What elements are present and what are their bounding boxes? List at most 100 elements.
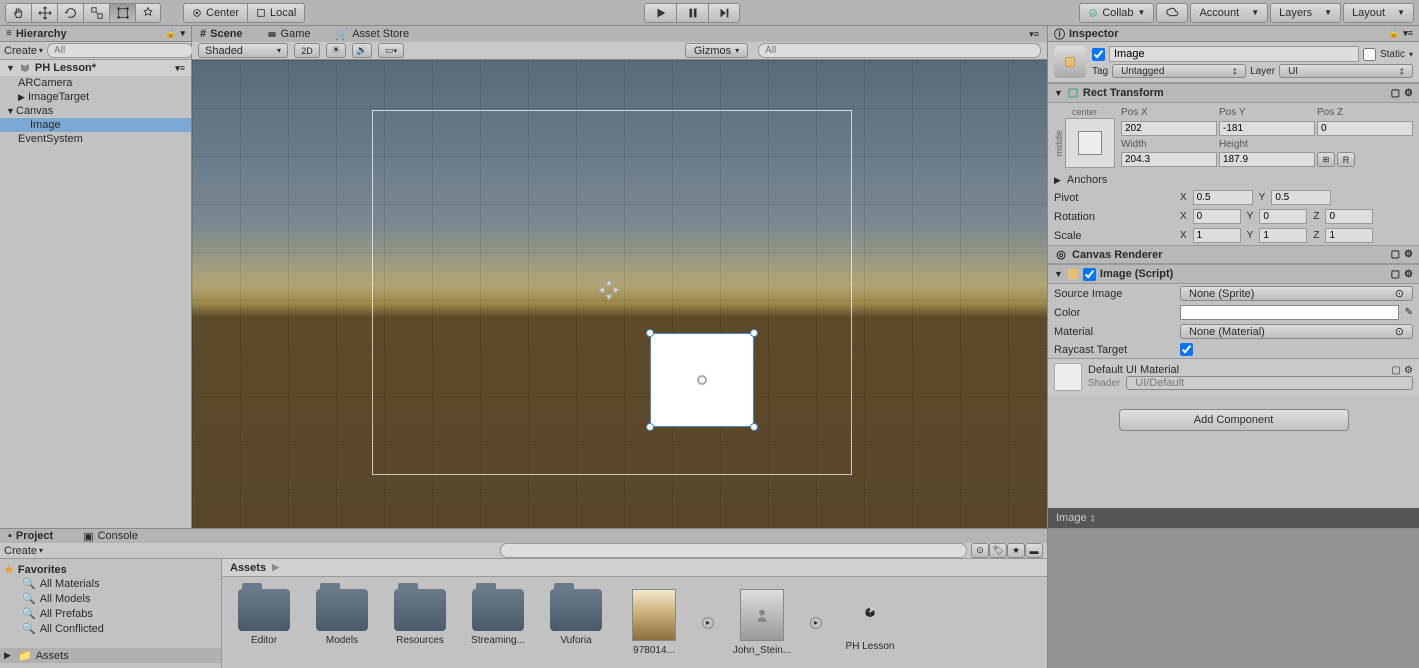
resize-handle-nw[interactable] xyxy=(646,329,654,337)
asset-folder-editor[interactable]: Editor xyxy=(234,589,294,656)
object-picker-icon[interactable]: ⊙ xyxy=(1395,325,1404,338)
image-component-header[interactable]: ▼Image (Script)▢⚙ xyxy=(1048,264,1419,284)
asset-file-portrait[interactable]: John_Stein... xyxy=(732,589,792,656)
pivot-mode-button[interactable]: Center xyxy=(183,3,247,23)
rotation-mode-button[interactable]: Local xyxy=(247,3,305,23)
mode-2d-toggle[interactable]: 2D xyxy=(294,43,320,58)
collab-dropdown[interactable]: Collab▼ xyxy=(1079,3,1154,23)
asset-folder-streaming[interactable]: Streaming... xyxy=(468,589,528,656)
tab-console[interactable]: ▣Console xyxy=(83,530,138,543)
fx-dropdown[interactable]: ▭▾ xyxy=(378,43,404,58)
width-input[interactable] xyxy=(1121,152,1217,167)
pos-y-input[interactable] xyxy=(1219,121,1315,136)
move-tool[interactable] xyxy=(31,3,57,23)
rect-tool[interactable] xyxy=(109,3,135,23)
pivot-x-input[interactable] xyxy=(1193,190,1253,205)
image-enabled-checkbox[interactable] xyxy=(1083,268,1096,281)
lock-icon[interactable]: 🔒 xyxy=(1388,28,1399,39)
raycast-checkbox[interactable] xyxy=(1180,343,1193,356)
project-search[interactable] xyxy=(500,543,967,558)
favorites-header[interactable]: ★Favorites xyxy=(4,563,217,576)
search-label-icon[interactable]: 🏷 xyxy=(989,543,1007,558)
asset-expand-icon[interactable]: ▸ xyxy=(810,617,822,629)
gear-icon[interactable]: ⚙ xyxy=(1404,269,1413,280)
resize-handle-sw[interactable] xyxy=(646,423,654,431)
scene-header[interactable]: ▼PH Lesson*▾≡ xyxy=(0,60,191,76)
create-menu[interactable]: Create xyxy=(4,45,37,57)
rot-x-input[interactable] xyxy=(1193,209,1241,224)
assets-breadcrumb[interactable]: Assets▶ xyxy=(222,559,1047,577)
active-checkbox[interactable] xyxy=(1092,48,1105,61)
fav-all-conflicted[interactable]: 🔍All Conflicted xyxy=(4,621,217,636)
pause-button[interactable] xyxy=(676,3,708,23)
resize-handle-se[interactable] xyxy=(750,423,758,431)
fav-all-models[interactable]: 🔍All Models xyxy=(4,591,217,606)
scale-tool[interactable] xyxy=(83,3,109,23)
hierarchy-item-arcamera[interactable]: ARCamera xyxy=(0,76,191,90)
material-field[interactable]: None (Material)⊙ xyxy=(1180,324,1413,339)
tab-scene[interactable]: #Scene xyxy=(200,28,243,40)
create-menu[interactable]: Create xyxy=(4,545,37,557)
pos-z-input[interactable] xyxy=(1317,121,1413,136)
anchor-preset-button[interactable] xyxy=(1065,118,1115,168)
gameobject-name-input[interactable] xyxy=(1109,46,1359,62)
gear-icon[interactable]: ⚙ xyxy=(1404,249,1413,260)
object-picker-icon[interactable]: ⊙ xyxy=(1395,287,1404,300)
hand-tool[interactable] xyxy=(5,3,31,23)
search-filter-icon[interactable]: ⊙ xyxy=(971,543,989,558)
gear-icon[interactable]: ⚙ xyxy=(1404,365,1413,376)
gameobject-icon[interactable] xyxy=(1054,46,1086,78)
tag-dropdown[interactable]: Untagged‡ xyxy=(1112,64,1246,78)
hierarchy-item-imagetarget[interactable]: ▶ImageTarget xyxy=(0,90,191,104)
canvas-renderer-header[interactable]: ◎Canvas Renderer▢⚙ xyxy=(1048,245,1419,264)
gizmos-dropdown[interactable]: Gizmos▾ xyxy=(685,43,748,58)
gear-icon[interactable]: ⚙ xyxy=(1404,88,1413,99)
color-field[interactable] xyxy=(1180,305,1399,320)
source-image-field[interactable]: None (Sprite)⊙ xyxy=(1180,286,1413,301)
anchors-foldout[interactable]: Anchors xyxy=(1067,174,1107,186)
scene-search[interactable] xyxy=(758,43,1041,58)
layers-dropdown[interactable]: Layers▼ xyxy=(1270,3,1341,23)
hierarchy-item-eventsystem[interactable]: EventSystem xyxy=(0,132,191,146)
hierarchy-search[interactable] xyxy=(47,43,193,58)
asset-expand-icon[interactable]: ▸ xyxy=(702,617,714,629)
static-checkbox[interactable] xyxy=(1363,48,1376,61)
assets-root[interactable]: ▶📁Assets xyxy=(0,648,221,663)
asset-file-scene[interactable]: PH Lesson xyxy=(840,589,900,656)
layer-dropdown[interactable]: UI‡ xyxy=(1279,64,1413,78)
shader-dropdown[interactable]: UI/Default xyxy=(1126,376,1413,390)
rot-z-input[interactable] xyxy=(1325,209,1373,224)
tab-project[interactable]: ▪Project xyxy=(8,530,53,542)
tab-assetstore[interactable]: 🛒Asset Store xyxy=(335,28,410,41)
step-button[interactable] xyxy=(708,3,740,23)
eyedropper-icon[interactable]: ✎ xyxy=(1405,307,1413,318)
hierarchy-tab[interactable]: ≡Hierarchy🔒▾ xyxy=(0,26,191,42)
help-icon[interactable]: ▢ xyxy=(1392,365,1401,376)
preview-header[interactable]: Image‡ xyxy=(1048,508,1419,528)
search-star-icon[interactable]: ★ xyxy=(1007,543,1025,558)
pos-x-input[interactable] xyxy=(1121,121,1217,136)
asset-folder-vuforia[interactable]: Vuforia xyxy=(546,589,606,656)
selected-image-rect[interactable] xyxy=(650,333,754,427)
tab-game[interactable]: Game xyxy=(267,27,311,41)
asset-file-book[interactable]: 978014... xyxy=(624,589,684,656)
fav-all-prefabs[interactable]: 🔍All Prefabs xyxy=(4,606,217,621)
inspector-tab[interactable]: ⓘInspector🔒▾≡ xyxy=(1048,26,1419,42)
hierarchy-item-image[interactable]: Image xyxy=(0,118,191,132)
play-button[interactable] xyxy=(644,3,676,23)
cloud-button[interactable] xyxy=(1156,3,1188,23)
asset-folder-resources[interactable]: Resources xyxy=(390,589,450,656)
add-component-button[interactable]: Add Component xyxy=(1119,409,1349,431)
layout-dropdown[interactable]: Layout▼ xyxy=(1343,3,1414,23)
rect-transform-header[interactable]: ▼Rect Transform▢⚙ xyxy=(1048,83,1419,103)
account-dropdown[interactable]: Account▼ xyxy=(1190,3,1268,23)
hierarchy-item-canvas[interactable]: ▼Canvas xyxy=(0,104,191,118)
raw-edit-mode[interactable]: R xyxy=(1337,152,1355,167)
resize-handle-ne[interactable] xyxy=(750,329,758,337)
audio-toggle[interactable]: 🔊 xyxy=(352,43,372,58)
scene-viewport[interactable] xyxy=(192,60,1047,528)
custom-tool[interactable] xyxy=(135,3,161,23)
draw-mode-dropdown[interactable]: Shaded▾ xyxy=(198,43,288,58)
blueprint-mode[interactable]: ⊞ xyxy=(1317,152,1335,167)
scale-x-input[interactable] xyxy=(1193,228,1241,243)
